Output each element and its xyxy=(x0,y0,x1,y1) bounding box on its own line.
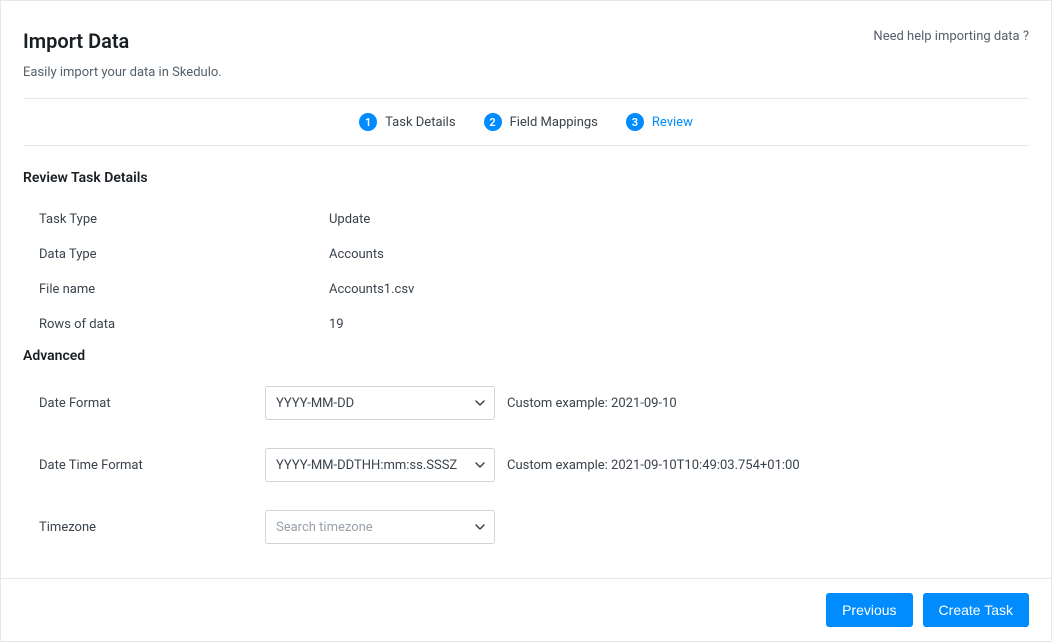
step-review[interactable]: 3 Review xyxy=(626,113,693,131)
select-value: YYYY-MM-DD xyxy=(265,386,495,420)
select-placeholder: Search timezone xyxy=(265,510,495,544)
select-value: YYYY-MM-DDTHH:mm:ss.SSSZ xyxy=(265,448,495,482)
detail-row-data-type: Data Type Accounts xyxy=(39,237,1029,272)
step-label: Field Mappings xyxy=(510,115,598,130)
create-task-button[interactable]: Create Task xyxy=(923,593,1029,627)
step-label: Task Details xyxy=(385,115,455,130)
detail-value: 19 xyxy=(329,317,344,332)
step-task-details[interactable]: 1 Task Details xyxy=(359,113,455,131)
detail-value: Update xyxy=(329,212,370,227)
step-badge: 1 xyxy=(359,113,377,131)
page-title: Import Data xyxy=(23,29,129,53)
date-format-example: Custom example: 2021-09-10 xyxy=(507,396,677,411)
timezone-select[interactable]: Search timezone xyxy=(265,510,495,544)
detail-row-task-type: Task Type Update xyxy=(39,202,1029,237)
detail-label: File name xyxy=(39,282,329,297)
date-format-label: Date Format xyxy=(39,396,265,411)
header: Import Data Need help importing data ? xyxy=(1,1,1051,53)
detail-row-rows-of-data: Rows of data 19 xyxy=(39,307,1029,342)
datetime-format-example: Custom example: 2021-09-10T10:49:03.754+… xyxy=(507,458,800,473)
detail-label: Task Type xyxy=(39,212,329,227)
datetime-format-select[interactable]: YYYY-MM-DDTHH:mm:ss.SSSZ xyxy=(265,448,495,482)
row-datetime-format: Date Time Format YYYY-MM-DDTHH:mm:ss.SSS… xyxy=(1,434,1051,496)
help-link[interactable]: Need help importing data ? xyxy=(873,29,1029,44)
detail-value: Accounts xyxy=(329,247,384,262)
step-badge: 3 xyxy=(626,113,644,131)
date-format-select[interactable]: YYYY-MM-DD xyxy=(265,386,495,420)
row-timezone: Timezone Search timezone xyxy=(1,496,1051,558)
step-badge: 2 xyxy=(484,113,502,131)
detail-label: Rows of data xyxy=(39,317,329,332)
step-field-mappings[interactable]: 2 Field Mappings xyxy=(484,113,598,131)
detail-value: Accounts1.csv xyxy=(329,282,414,297)
detail-label: Data Type xyxy=(39,247,329,262)
advanced-heading: Advanced xyxy=(1,342,1051,372)
timezone-label: Timezone xyxy=(39,520,265,535)
footer: Previous Create Task xyxy=(1,578,1051,641)
detail-row-file-name: File name Accounts1.csv xyxy=(39,272,1029,307)
step-label: Review xyxy=(652,115,693,130)
import-data-page: Import Data Need help importing data ? E… xyxy=(0,0,1052,642)
review-details: Task Type Update Data Type Accounts File… xyxy=(1,194,1051,342)
page-subtitle: Easily import your data in Skedulo. xyxy=(1,53,1051,98)
review-heading: Review Task Details xyxy=(1,146,1051,194)
stepper: 1 Task Details 2 Field Mappings 3 Review xyxy=(1,99,1051,145)
datetime-format-label: Date Time Format xyxy=(39,458,265,473)
row-date-format: Date Format YYYY-MM-DD Custom example: 2… xyxy=(1,372,1051,434)
previous-button[interactable]: Previous xyxy=(826,593,912,627)
